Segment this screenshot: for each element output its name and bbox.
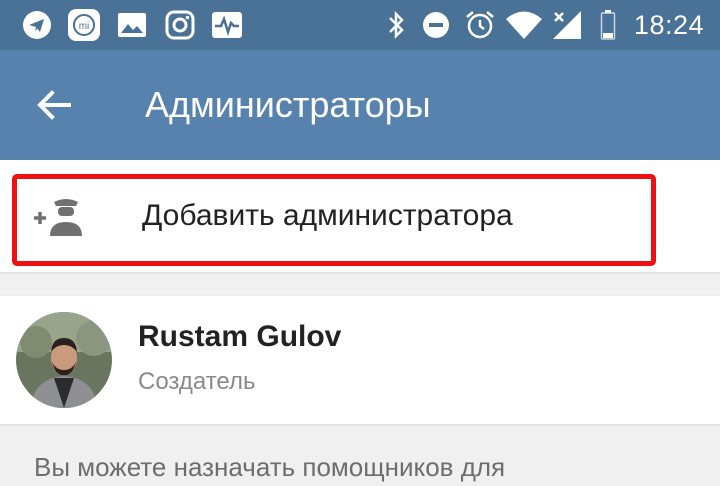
battery-icon	[598, 0, 618, 50]
do-not-disturb-icon	[420, 0, 452, 50]
activity-icon	[210, 0, 244, 50]
alarm-icon	[464, 0, 496, 50]
highlight-box	[12, 174, 656, 266]
member-name: Rustam Gulov	[138, 320, 342, 353]
mi-icon: mi	[66, 0, 102, 50]
page-title: Администраторы	[145, 84, 431, 125]
back-button[interactable]	[28, 81, 80, 129]
signal-icon	[550, 0, 584, 50]
svg-text:mi: mi	[79, 21, 90, 32]
toolbar: Администраторы	[0, 50, 720, 160]
members-section: Rustam Gulov Создатель	[0, 296, 720, 424]
instagram-icon	[164, 0, 196, 50]
avatar-photo	[16, 312, 112, 408]
info-text: Вы можете назначать помощников для	[34, 452, 506, 482]
back-arrow-icon	[37, 90, 71, 120]
wifi-icon	[504, 0, 544, 50]
image-icon	[116, 0, 148, 50]
member-role: Создатель	[138, 368, 256, 395]
avatar[interactable]	[16, 312, 112, 408]
bluetooth-icon	[384, 0, 408, 50]
status-time: 18:24	[633, 10, 704, 40]
telegram-icon	[20, 0, 54, 50]
status-bar: mi 18:24	[0, 0, 720, 50]
